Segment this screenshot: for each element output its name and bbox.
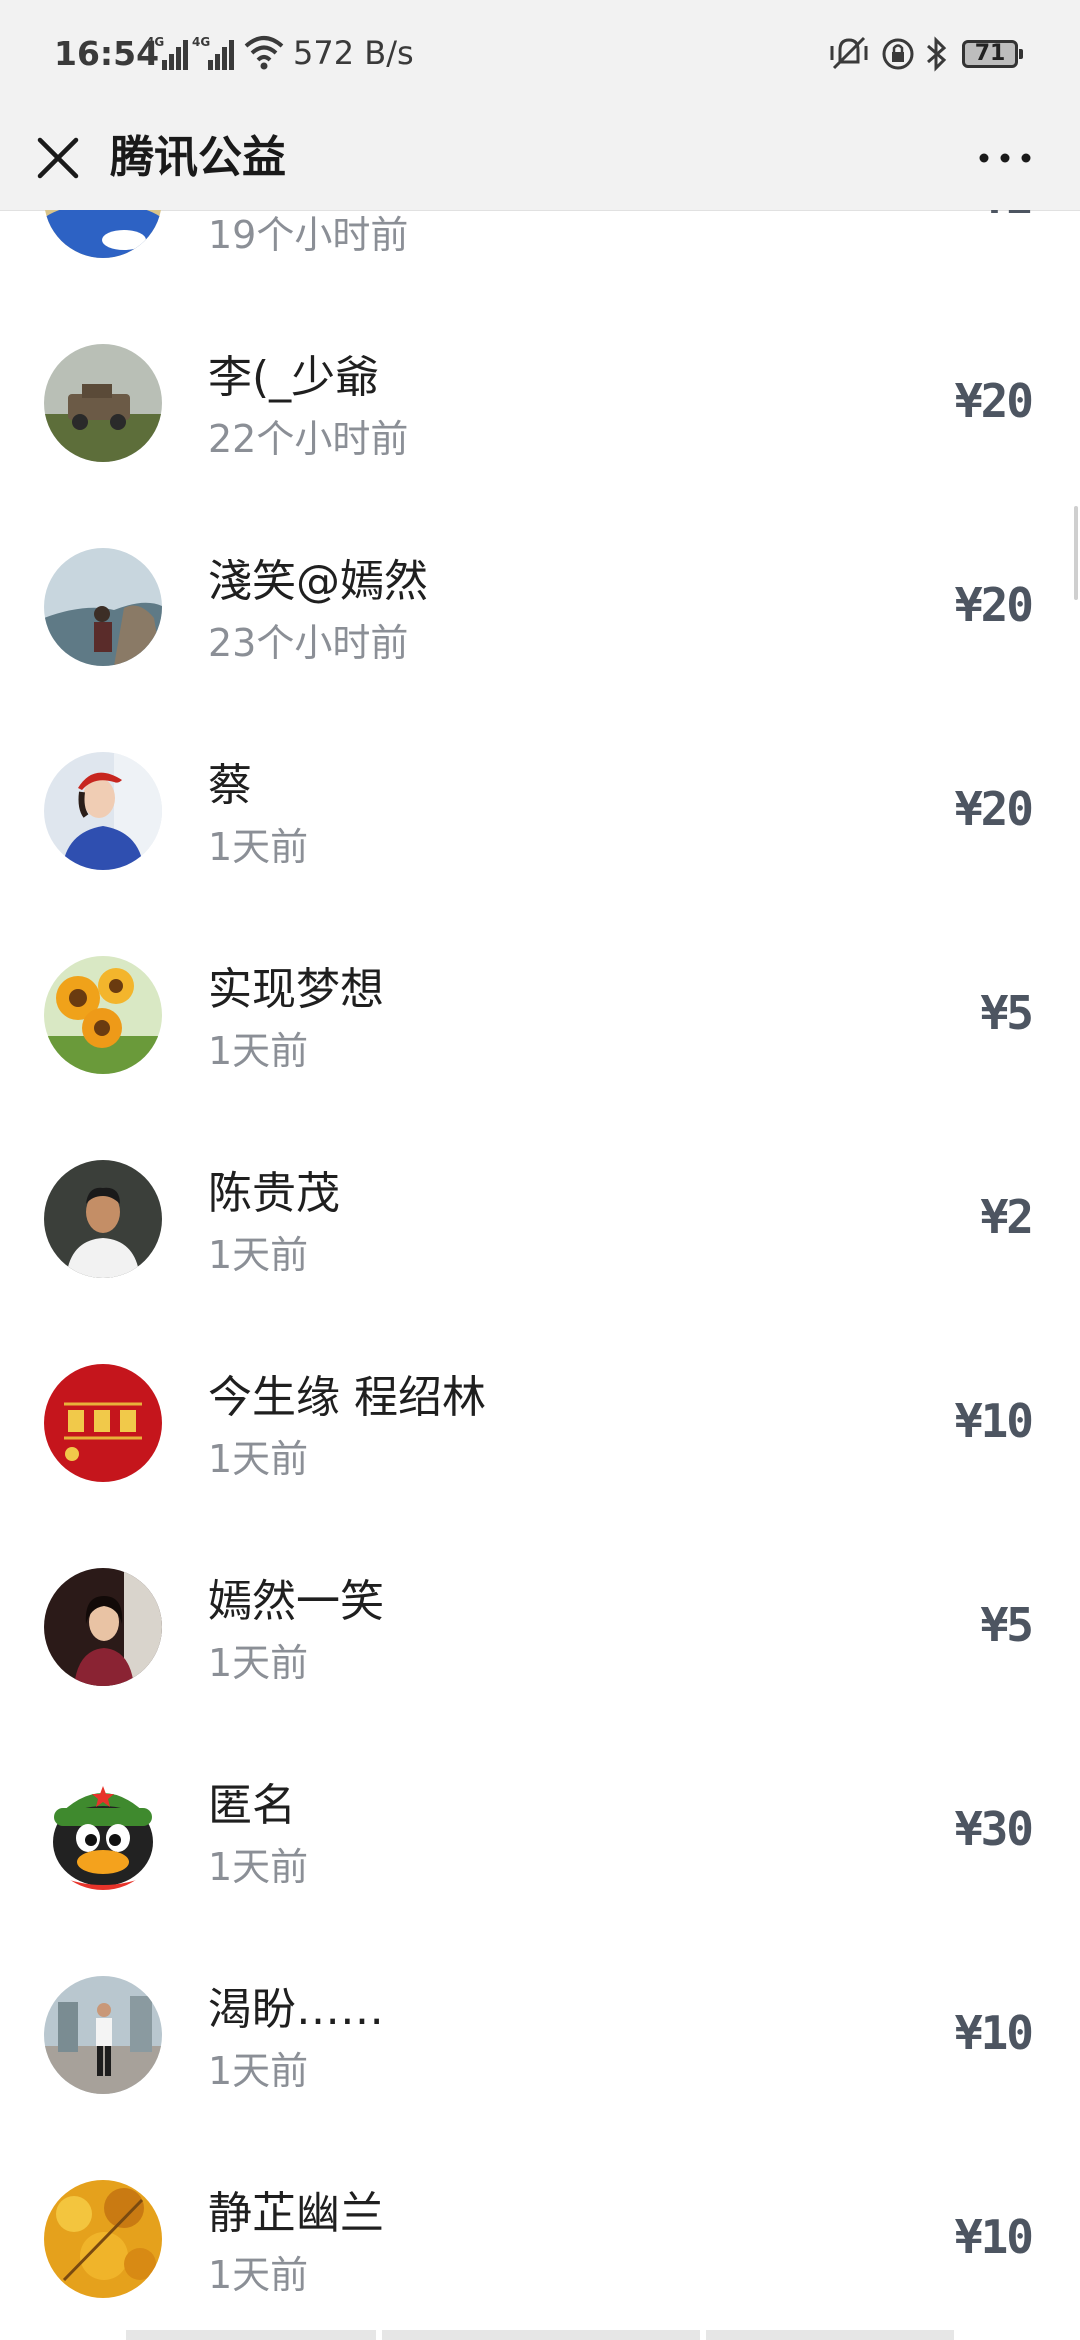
donor-name: 淺笑@嫣然	[208, 556, 428, 607]
donation-time: 1天前	[208, 1029, 309, 1073]
bottom-bar-segment	[706, 2330, 954, 2340]
list-item[interactable]: 李(_少爺 22个小时前 ¥20	[0, 300, 1080, 504]
donor-name: 李(_少爺	[208, 352, 380, 403]
list-item[interactable]: 渴盼…… 1天前 ¥10	[0, 1932, 1080, 2136]
donor-name: 今生缘 程绍林	[208, 1372, 486, 1423]
list-item[interactable]: 匿名 1天前 ¥30	[0, 1728, 1080, 1932]
donor-name: 匿名	[208, 1780, 296, 1831]
donation-amount: ¥5	[980, 986, 1034, 1040]
list-item[interactable]: 淺笑@嫣然 23个小时前 ¥20	[0, 504, 1080, 708]
donor-list[interactable]: 19个小时前 ¥2 李(_少爺 22个小时前 ¥20	[0, 210, 1080, 2340]
avatar	[44, 2180, 162, 2298]
bottom-bar-segment	[126, 2330, 376, 2340]
avatar	[44, 344, 162, 462]
avatar	[44, 1772, 162, 1890]
donation-amount: ¥2	[981, 210, 1034, 224]
svg-text:4G: 4G	[146, 35, 164, 49]
list-item[interactable]: 蔡 1天前 ¥20	[0, 708, 1080, 912]
donation-amount: ¥20	[954, 374, 1034, 428]
avatar	[44, 1160, 162, 1278]
svg-text:4G: 4G	[192, 35, 210, 49]
status-bar: 16:54 4G 4G 572 B/s 71	[0, 0, 1080, 106]
donation-time: 1天前	[208, 1845, 309, 1889]
donation-amount: ¥10	[954, 2210, 1034, 2264]
donation-time: 1天前	[208, 1233, 309, 1277]
avatar	[44, 210, 162, 258]
donor-name: 实现梦想	[208, 964, 384, 1015]
nav-bar: 腾讯公益	[0, 106, 1080, 211]
donor-name: 陈贵茂	[208, 1168, 340, 1219]
donor-name: 蔡	[208, 760, 252, 811]
wifi-icon	[244, 36, 284, 70]
avatar	[44, 956, 162, 1074]
donation-time: 1天前	[208, 1437, 309, 1481]
signal-4g-icon: 4G	[146, 35, 188, 70]
list-item[interactable]: 19个小时前 ¥2	[0, 210, 1080, 300]
bottom-bar-segment	[382, 2330, 700, 2340]
donation-amount: ¥30	[954, 1802, 1034, 1856]
vibrate-icon	[830, 36, 868, 70]
list-item[interactable]: 静芷幽兰 1天前 ¥10	[0, 2136, 1080, 2340]
list-item[interactable]: 今生缘 程绍林 1天前 ¥10	[0, 1320, 1080, 1524]
donation-amount: ¥10	[954, 1394, 1034, 1448]
status-time: 16:54	[54, 34, 160, 73]
list-item[interactable]: 陈贵茂 1天前 ¥2	[0, 1116, 1080, 1320]
donation-amount: ¥2	[980, 1190, 1034, 1244]
bluetooth-icon	[927, 36, 947, 72]
donation-amount: ¥10	[954, 2006, 1034, 2060]
close-icon[interactable]	[28, 128, 88, 188]
avatar	[44, 752, 162, 870]
donation-time: 1天前	[208, 825, 309, 869]
donation-amount: ¥20	[954, 782, 1034, 836]
avatar	[44, 1976, 162, 2094]
donor-name: 渴盼……	[208, 1984, 384, 2035]
scrollbar[interactable]	[1074, 506, 1078, 600]
donor-name: 静芷幽兰	[208, 2188, 384, 2239]
net-speed: 572 B/s	[293, 34, 414, 72]
battery-indicator: 71	[962, 40, 1023, 68]
donor-name: 嫣然一笑	[208, 1576, 384, 1627]
list-item[interactable]: 实现梦想 1天前 ¥5	[0, 912, 1080, 1116]
page-title: 腾讯公益	[110, 132, 286, 183]
rotation-lock-icon	[882, 38, 914, 70]
list-item[interactable]: 嫣然一笑 1天前 ¥5	[0, 1524, 1080, 1728]
signal-4g-icon: 4G	[192, 35, 234, 70]
donation-amount: ¥5	[980, 1598, 1034, 1652]
donation-time: 22个小时前	[208, 417, 409, 461]
avatar	[44, 548, 162, 666]
more-options-icon[interactable]	[970, 128, 1040, 188]
donation-time: 23个小时前	[208, 621, 409, 665]
avatar	[44, 1364, 162, 1482]
donation-time: 1天前	[208, 2049, 309, 2093]
donation-amount: ¥20	[954, 578, 1034, 632]
donation-time: 1天前	[208, 2253, 309, 2297]
donation-time: 1天前	[208, 1641, 309, 1685]
donation-time: 19个小时前	[208, 213, 409, 257]
avatar	[44, 1568, 162, 1686]
